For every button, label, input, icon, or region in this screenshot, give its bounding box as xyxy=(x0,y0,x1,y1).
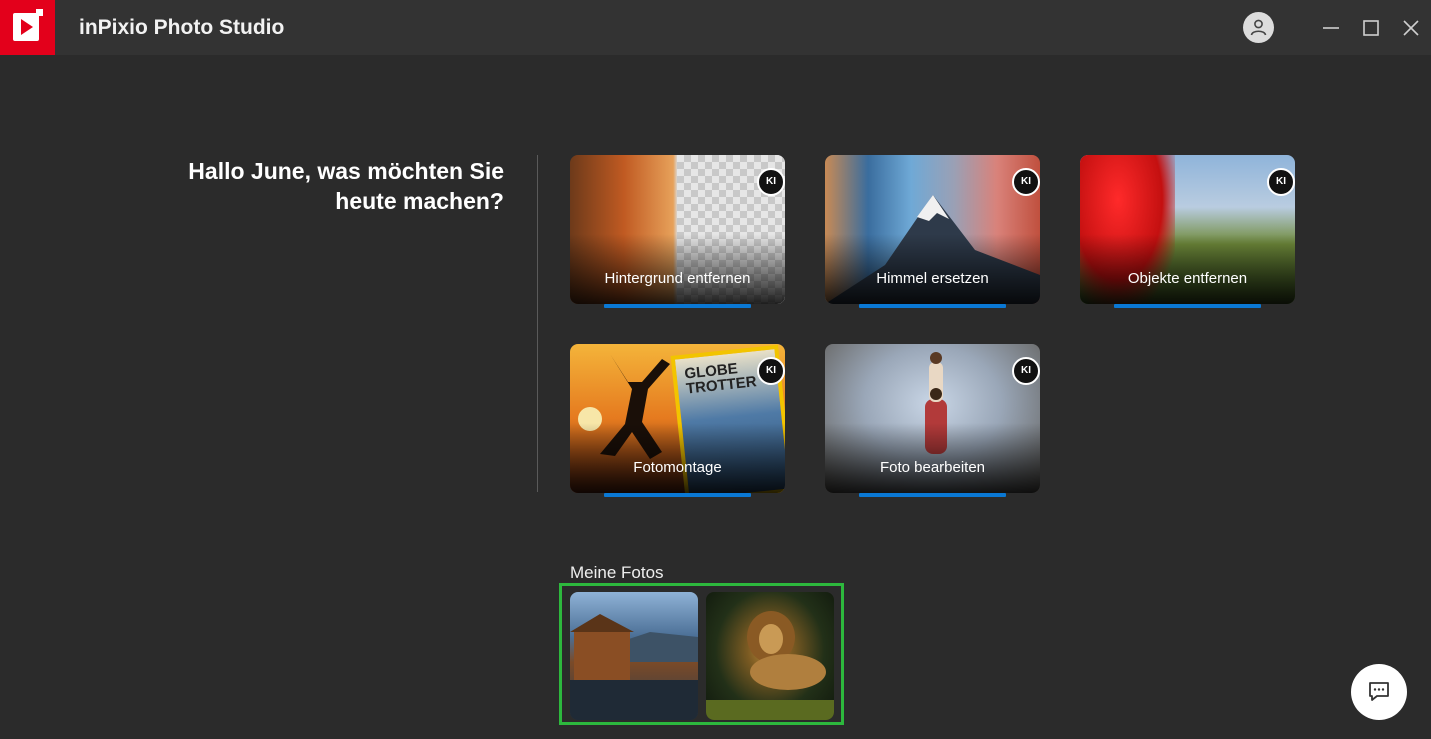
boathouse-photo-icon xyxy=(570,614,698,720)
chat-button[interactable] xyxy=(1351,664,1407,720)
photo-thumbnail-lion[interactable] xyxy=(706,592,834,720)
tool-card-underline xyxy=(604,304,751,308)
tool-card-underline xyxy=(859,493,1006,497)
tool-card-label: Foto bearbeiten xyxy=(879,459,986,476)
tool-card-underline xyxy=(1114,304,1261,308)
app-logo xyxy=(0,0,55,55)
tool-card-label: Fotomontage xyxy=(633,459,722,476)
ai-badge: KI xyxy=(757,357,785,385)
logo-icon xyxy=(13,9,43,41)
greeting-heading: Hallo June, was möchten Sie heute machen… xyxy=(188,158,504,214)
lion-photo-icon xyxy=(706,611,834,720)
tool-card-underline xyxy=(604,493,751,497)
tool-card-label: Hintergrund entfernen xyxy=(604,270,751,287)
ai-badge: KI xyxy=(757,168,785,196)
minimize-button[interactable] xyxy=(1317,14,1345,42)
tool-card-label: Objekte entfernen xyxy=(1127,270,1248,287)
photo-thumbnail-boathouse[interactable] xyxy=(570,592,698,720)
tool-card-photomontage[interactable]: GLOBE TROTTER KI Fotomontage xyxy=(570,344,785,493)
minimize-icon xyxy=(1323,27,1339,29)
my-photos-heading: Meine Fotos xyxy=(570,563,664,582)
tool-card-edit-photo[interactable]: KI Foto bearbeiten xyxy=(825,344,1040,493)
ai-badge: KI xyxy=(1012,168,1040,196)
close-icon xyxy=(1403,20,1419,36)
maximize-icon xyxy=(1363,20,1379,36)
tool-card-replace-sky[interactable]: KI Himmel ersetzen xyxy=(825,155,1040,304)
tool-card-remove-objects[interactable]: KI Objekte entfernen xyxy=(1080,155,1295,304)
close-button[interactable] xyxy=(1397,14,1425,42)
tool-card-label: Himmel ersetzen xyxy=(876,270,989,287)
ai-badge: KI xyxy=(1012,357,1040,385)
maximize-button[interactable] xyxy=(1357,14,1385,42)
vertical-divider xyxy=(537,155,538,492)
ai-badge: KI xyxy=(1267,168,1295,196)
title-bar: inPixio Photo Studio xyxy=(0,0,1431,55)
tool-card-underline xyxy=(859,304,1006,308)
tool-card-remove-background[interactable]: KI Hintergrund entfernen xyxy=(570,155,785,304)
my-photos-selection xyxy=(559,583,844,725)
app-title: inPixio Photo Studio xyxy=(79,16,285,39)
user-account-button[interactable] xyxy=(1243,12,1274,43)
user-icon xyxy=(1250,19,1267,36)
chat-icon xyxy=(1369,682,1389,701)
